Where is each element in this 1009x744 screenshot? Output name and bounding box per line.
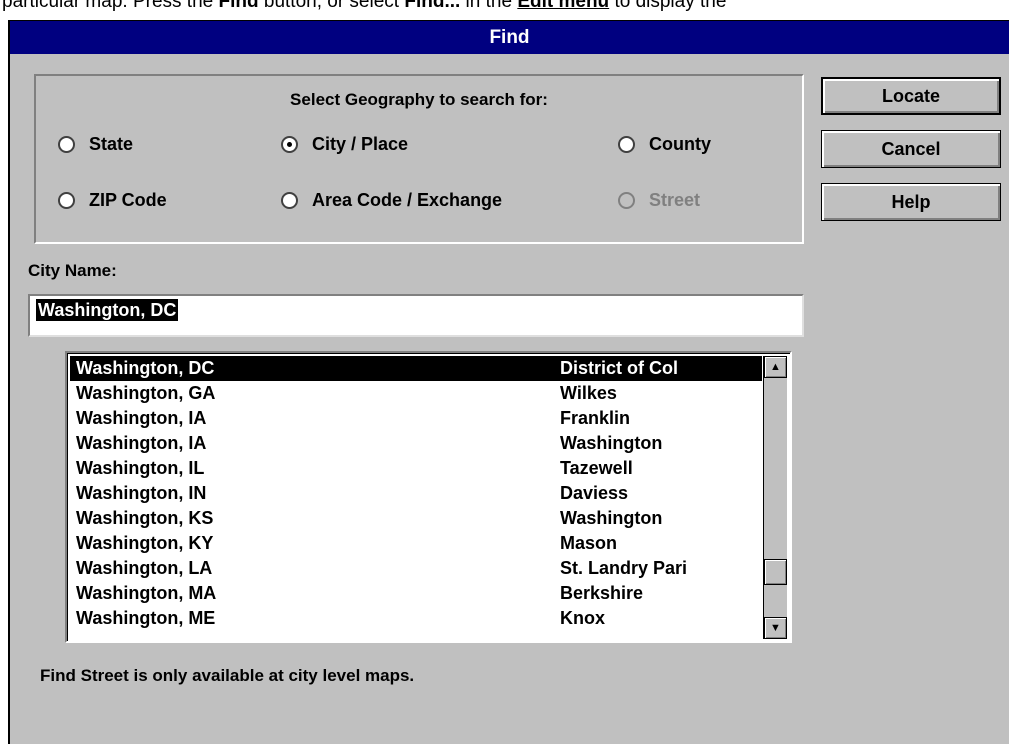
- list-item-city: Washington, IA: [76, 433, 207, 453]
- list-scrollbar[interactable]: ▲ ▼: [763, 356, 787, 639]
- list-item-county: Daviess: [560, 483, 629, 503]
- help-text-line: particular map. Press the Find button, o…: [0, 0, 1009, 16]
- list-item-county: District of Col: [560, 358, 679, 378]
- list-rows: Washington, DC District of Col Washington,…: [70, 356, 762, 640]
- dialog-title: Find: [489, 27, 530, 48]
- radio-street-disabled: Street: [618, 188, 700, 212]
- status-message: Find Street is only available at city le…: [40, 666, 415, 685]
- help-button[interactable]: Help: [821, 183, 1001, 221]
- radio-area-code-exchange[interactable]: Area Code / Exchange: [281, 188, 502, 212]
- city-name-label: City Name:: [28, 261, 117, 280]
- edit-menu-link[interactable]: Edit menu: [517, 0, 609, 12]
- geography-group-title: Select Geography to search for:: [290, 90, 548, 109]
- list-item[interactable]: Washington, IA Franklin: [70, 406, 762, 431]
- down-arrow-icon[interactable]: ▼: [764, 617, 787, 639]
- city-name-input[interactable]: Washington, DC: [28, 294, 804, 337]
- radio-circle[interactable]: [618, 135, 635, 153]
- list-item-city: Washington, MA: [76, 583, 217, 603]
- radio-circle-checked[interactable]: [281, 135, 298, 153]
- list-item-city: Washington, DC: [76, 358, 215, 378]
- city-name-value: Washington, DC: [36, 299, 179, 321]
- list-item-county: Washington: [560, 433, 663, 453]
- radio-circle-disabled: [618, 191, 635, 209]
- radio-circle[interactable]: [58, 135, 75, 153]
- list-item-county: Mason: [560, 533, 618, 553]
- scrollbar-thumb[interactable]: [764, 559, 787, 586]
- up-arrow-icon[interactable]: ▲: [764, 356, 787, 378]
- list-item-county: Knox: [560, 608, 605, 628]
- list-item-city: Washington, KY: [76, 533, 214, 553]
- list-item-county: Tazewell: [560, 458, 633, 478]
- list-item[interactable]: Washington, LA St. Landry Pari: [70, 556, 762, 581]
- list-item-county: St. Landry Pari: [560, 558, 688, 578]
- list-item[interactable]: Washington, GA Wilkes: [70, 381, 762, 406]
- list-item-county: Berkshire: [560, 583, 644, 603]
- list-item[interactable]: Washington, MA Berkshire: [70, 581, 762, 606]
- list-item[interactable]: Washington, DC District of Col: [70, 356, 762, 381]
- list-item-city: Washington, IL: [76, 458, 205, 478]
- locate-button[interactable]: Locate: [821, 77, 1001, 115]
- radio-county[interactable]: County: [618, 132, 711, 156]
- list-item[interactable]: Washington, KS Washington: [70, 506, 762, 531]
- dialog-title-bar[interactable]: Find: [10, 21, 1009, 54]
- cancel-button[interactable]: Cancel: [821, 130, 1001, 168]
- list-item-city: Washington, IA: [76, 408, 207, 428]
- list-item-city: Washington, ME: [76, 608, 216, 628]
- list-item-city: Washington, LA: [76, 558, 213, 578]
- radio-state[interactable]: State: [58, 132, 133, 156]
- list-item-city: Washington, IN: [76, 483, 207, 503]
- list-item-city: Washington, GA: [76, 383, 216, 403]
- radio-circle[interactable]: [58, 191, 75, 209]
- radio-city-place[interactable]: City / Place: [281, 132, 408, 156]
- list-item[interactable]: Washington, IN Daviess: [70, 481, 762, 506]
- city-results-list[interactable]: Washington, DC District of Col Washington,…: [65, 351, 792, 643]
- radio-circle[interactable]: [281, 191, 298, 209]
- list-item-city: Washington, KS: [76, 508, 214, 528]
- list-item-county: Washington: [560, 508, 663, 528]
- list-item[interactable]: Washington, KY Mason: [70, 531, 762, 556]
- list-item-county: Franklin: [560, 408, 631, 428]
- list-item[interactable]: Washington, ME Knox: [70, 606, 762, 631]
- find-dialog: Find Select Geography to search for: Sta…: [8, 20, 1009, 744]
- list-item-county: Wilkes: [560, 383, 617, 403]
- list-item[interactable]: Washington, IA Washington: [70, 431, 762, 456]
- geography-group: Select Geography to search for: State Ci…: [34, 74, 804, 244]
- list-item[interactable]: Washington, IL Tazewell: [70, 456, 762, 481]
- radio-zip-code[interactable]: ZIP Code: [58, 188, 167, 212]
